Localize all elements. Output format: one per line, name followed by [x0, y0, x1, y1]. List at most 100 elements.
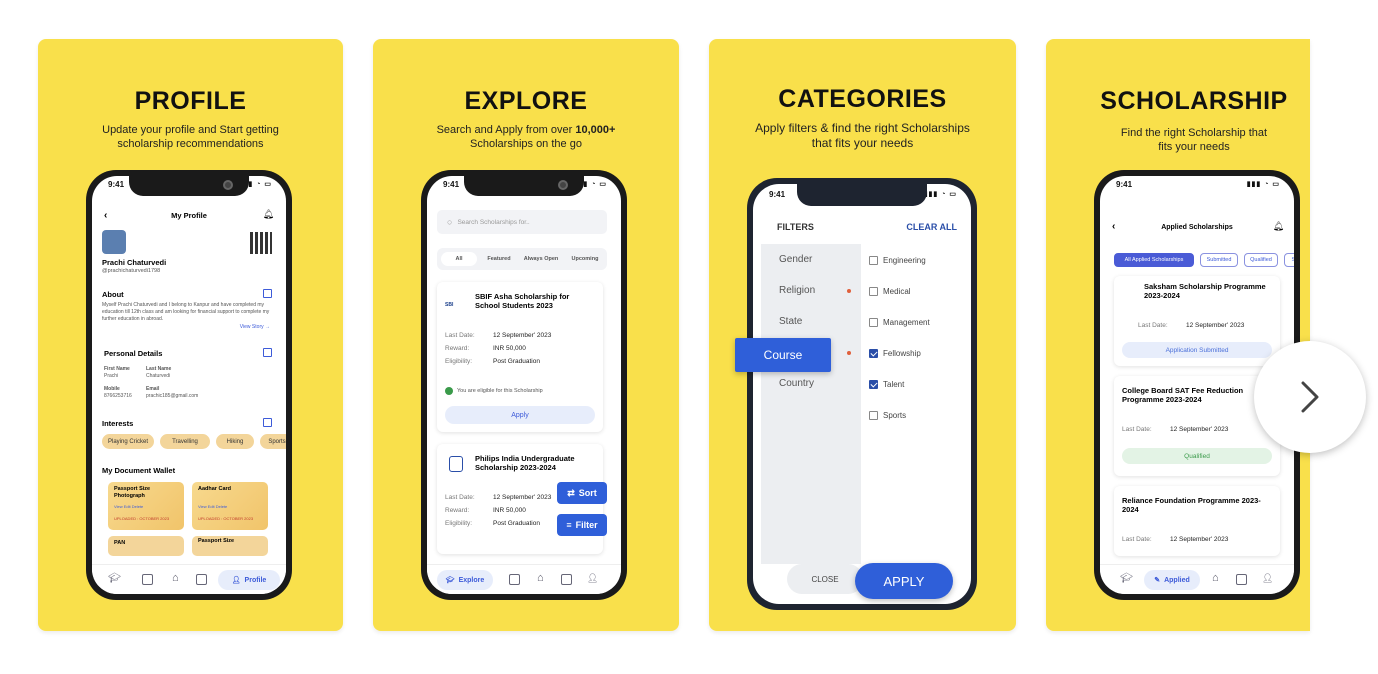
close-button[interactable]: CLOSE [787, 564, 863, 594]
qr-code[interactable] [250, 232, 272, 254]
option-label: Engineering [883, 256, 926, 265]
bottom-nav: 🎓︎ ⌂ 👤︎ Profile [92, 564, 286, 594]
view-story-link[interactable]: View Story → [240, 324, 270, 330]
next-button[interactable] [1254, 341, 1366, 453]
scholarship-card-panel: SCHOLARSHIP Find the right Scholarship t… [1046, 39, 1310, 631]
document-card[interactable]: Passport Size Photograph View Edit Delet… [108, 482, 184, 530]
edit-nav-icon[interactable] [142, 574, 153, 585]
graduation-cap-icon[interactable]: 🎓︎ [108, 573, 121, 584]
filters-heading: FILTERS [777, 222, 814, 232]
mobile-label: Mobile [104, 386, 120, 392]
sort-button[interactable]: ⇄ Sort [557, 482, 607, 504]
document-title: PAN [114, 540, 126, 546]
category-religion[interactable]: Religion [779, 285, 815, 296]
user-icon[interactable]: 👤︎ [1262, 573, 1273, 584]
edit-icon: ✎ [1154, 577, 1161, 584]
last-date-label: Last Date: [445, 494, 475, 501]
applied-card[interactable]: Reliance Foundation Programme 2023-2024 … [1114, 486, 1280, 556]
option-label: Talent [883, 380, 905, 389]
home-icon[interactable]: ⌂ [172, 572, 179, 584]
edit-icon[interactable] [263, 348, 272, 357]
document-actions[interactable]: View Edit Delete [198, 504, 227, 509]
last-name-value: Chaturvedi [146, 373, 171, 379]
category-gender[interactable]: Gender [779, 254, 812, 265]
tab-all[interactable]: All [441, 252, 477, 266]
interest-chip[interactable]: Playing Cricket [102, 434, 154, 449]
filter-button[interactable]: ≡ Filter [557, 514, 607, 536]
category-country[interactable]: Country [779, 378, 814, 389]
interest-chip[interactable]: Hiking [216, 434, 254, 449]
swap-icon: ⇄ [567, 487, 575, 498]
category-state[interactable]: State [779, 316, 802, 327]
option-label: Medical [883, 287, 911, 296]
eligibility-label: Eligibility: [445, 520, 473, 527]
phone-frame: 9:41 ▮▮▮ ◔ ▭ ○ Search Scholarships for.. … [421, 170, 627, 600]
document-card[interactable]: Passport Size [192, 536, 268, 556]
graduation-cap-icon: 🎓︎ [445, 577, 455, 584]
interest-chip[interactable]: Sports [260, 434, 286, 449]
nav-explore-tab[interactable]: 🎓︎ Explore [437, 570, 493, 590]
filter-icon: ≡ [566, 520, 572, 530]
search-icon: ○ [447, 217, 453, 227]
filter-more[interactable]: Si [1284, 253, 1294, 267]
home-icon[interactable]: ⌂ [537, 572, 544, 584]
document-actions[interactable]: View Edit Delete [114, 504, 143, 509]
eligible-note: You are eligible for this Scholarship [457, 388, 543, 394]
document-card[interactable]: Aadhar Card View Edit Delete UPLOADED : … [192, 482, 268, 530]
edit-icon[interactable] [263, 418, 272, 427]
graduation-cap-icon[interactable]: 🎓︎ [1120, 573, 1133, 584]
search-input[interactable]: ○ Search Scholarships for.. [437, 210, 607, 234]
eligibility-label: Eligibility: [445, 358, 473, 365]
interests-heading: Interests [102, 419, 134, 428]
card-subtitle: Update your profile and Start getting sc… [102, 124, 279, 150]
document-card[interactable]: PAN [108, 536, 184, 556]
card-subtitle: Search and Apply from over 10,000+ Schol… [436, 124, 616, 150]
last-date-label: Last Date: [445, 332, 475, 339]
document-title: Aadhar Card [198, 486, 232, 492]
filter-qualified[interactable]: Qualified [1244, 253, 1278, 267]
bell-icon[interactable]: 🔔︎ [1273, 221, 1284, 232]
filter-submitted[interactable]: Submitted [1200, 253, 1238, 267]
nav-applied-tab[interactable]: ✎ Applied [1144, 570, 1200, 590]
apply-button[interactable]: APPLY [855, 563, 953, 599]
document-uploaded: UPLOADED : OCTOBER 2023 [198, 516, 254, 521]
applied-card[interactable]: Saksham Scholarship Programme 2023-2024 … [1114, 276, 1280, 366]
checkbox-talent[interactable] [869, 380, 878, 389]
explore-card: EXPLORE Search and Apply from over 10,00… [373, 39, 679, 631]
checkbox-fellowship[interactable] [869, 349, 878, 358]
edit-icon[interactable] [263, 289, 272, 298]
checkbox-medical[interactable] [869, 287, 878, 296]
checkbox-management[interactable] [869, 318, 878, 327]
first-name-label: First Name [104, 366, 130, 372]
bell-icon[interactable]: 🔔︎ [263, 209, 274, 220]
documents-icon[interactable] [196, 574, 207, 585]
user-handle: @prachichaturvedi1798 [102, 268, 161, 274]
edit-nav-icon[interactable] [509, 574, 520, 585]
eligibility-value: Post Graduation [493, 358, 540, 365]
document-uploaded: UPLOADED : OCTOBER 2023 [114, 516, 170, 521]
tab-upcoming[interactable]: Upcoming [565, 252, 605, 266]
filter-all-applied[interactable]: All Applied Scholarships [1114, 253, 1194, 267]
tab-always-open[interactable]: Always Open [519, 252, 563, 266]
home-icon[interactable]: ⌂ [1212, 572, 1219, 584]
scholarship-title: College Board SAT Fee Reduction Programm… [1122, 386, 1244, 404]
tab-featured[interactable]: Featured [481, 252, 517, 266]
category-course-highlight[interactable]: Course [735, 338, 831, 372]
checkbox-sports[interactable] [869, 411, 878, 420]
phone-screen: 9:41 ▮▮▮ ◔ ▭ ‹ My Profile 🔔︎ Prachi Chatu… [92, 176, 286, 594]
personal-heading: Personal Details [104, 349, 163, 358]
clear-all-link[interactable]: CLEAR ALL [906, 222, 957, 232]
card-subtitle: Apply filters & find the right Scholarsh… [755, 121, 970, 150]
filter-category-list: Gender Religion State Country [761, 244, 861, 564]
user-icon[interactable]: 👤︎ [587, 573, 598, 584]
email-value: prachic185@gmail.com [146, 393, 199, 399]
about-text: Myself Prachi Chaturvedi and I belong to… [102, 302, 270, 322]
apply-button[interactable]: Apply [445, 406, 595, 424]
nav-profile-tab[interactable]: 👤︎ Profile [218, 570, 280, 590]
card-subtitle: Find the right Scholarship that fits you… [1120, 127, 1268, 153]
checkbox-engineering[interactable] [869, 256, 878, 265]
documents-icon[interactable] [561, 574, 572, 585]
documents-icon[interactable] [1236, 574, 1247, 585]
interest-chip[interactable]: Travelling [160, 434, 210, 449]
scholarship-card[interactable]: SBI SBIF Asha Scholarship for School Stu… [437, 282, 603, 432]
